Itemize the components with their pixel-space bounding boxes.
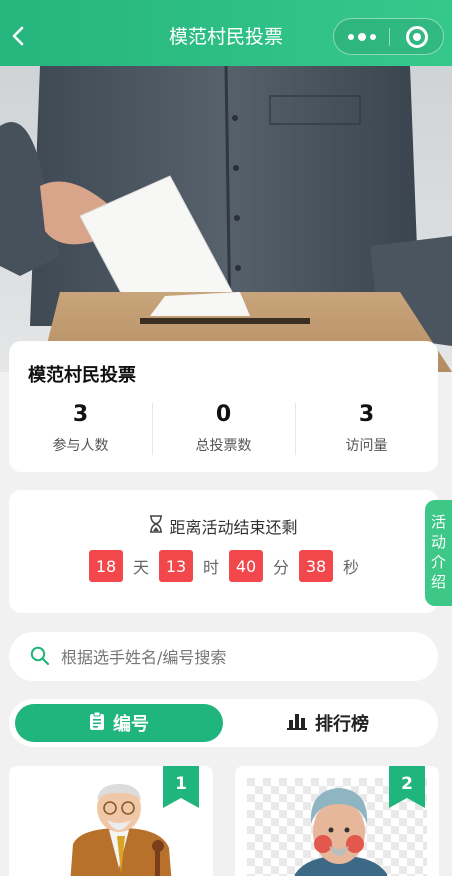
countdown-minutes-unit: 分 [272, 558, 289, 577]
countdown-heading-text: 距离活动结束还剩 [169, 518, 298, 537]
tab-number[interactable]: 编号 [15, 704, 223, 742]
tab-number-label: 编号 [113, 714, 149, 735]
countdown-seconds: 38 [299, 550, 333, 582]
search-bar [9, 632, 438, 681]
candidate-number: 2 [401, 774, 413, 794]
sort-tabs: 编号 排行榜 [9, 699, 438, 747]
countdown-card: 距离活动结束还剩 18 天 13 时 40 分 38 秒 [9, 490, 438, 613]
nav-bar: 模范村民投票 [0, 0, 452, 66]
search-icon [30, 646, 50, 666]
countdown-hours: 13 [159, 550, 193, 582]
hourglass-icon [149, 515, 163, 537]
search-input[interactable] [61, 642, 421, 672]
activity-title: 模范村民投票 [28, 365, 136, 386]
mini-program-capsule [333, 18, 444, 55]
stat-participants: 3 参与人数 [9, 401, 152, 457]
countdown-minutes: 40 [229, 550, 263, 582]
countdown-days-unit: 天 [132, 558, 149, 577]
close-mini-program-icon[interactable] [390, 19, 444, 54]
countdown-seconds-unit: 秒 [342, 558, 359, 577]
countdown-timer: 18 天 13 时 40 分 38 秒 [89, 550, 369, 582]
candidate-card[interactable]: 2 [235, 766, 439, 876]
side-tab-char: 动 [430, 533, 446, 551]
more-menu-icon[interactable] [334, 19, 389, 54]
stat-label: 访问量 [345, 438, 388, 454]
activity-info-card: 模范村民投票 3 参与人数 0 总投票数 3 访问量 [9, 341, 438, 472]
clipboard-icon [89, 711, 105, 736]
candidate-number: 1 [175, 774, 187, 794]
stat-value: 3 [72, 402, 89, 427]
stat-value: 3 [358, 402, 375, 427]
tab-ranking-label: 排行榜 [315, 714, 369, 735]
activity-intro-tab[interactable]: 活 动 介 绍 [425, 500, 452, 606]
side-tab-char: 介 [430, 553, 446, 571]
stat-label: 总投票数 [195, 438, 252, 454]
side-tab-char: 绍 [430, 573, 446, 591]
countdown-heading: 距离活动结束还剩 [9, 514, 438, 538]
countdown-days: 18 [89, 550, 123, 582]
bar-chart-icon [287, 712, 307, 735]
stat-label: 参与人数 [52, 438, 109, 454]
countdown-hours-unit: 时 [202, 558, 219, 577]
stat-visits: 3 访问量 [295, 401, 438, 457]
candidate-card[interactable]: 1 [9, 766, 213, 876]
tab-ranking[interactable]: 排行榜 [224, 704, 432, 742]
stat-value: 0 [215, 402, 232, 427]
side-tab-char: 活 [430, 513, 446, 531]
stat-total-votes: 0 总投票数 [152, 401, 295, 457]
banner-image [0, 66, 452, 372]
